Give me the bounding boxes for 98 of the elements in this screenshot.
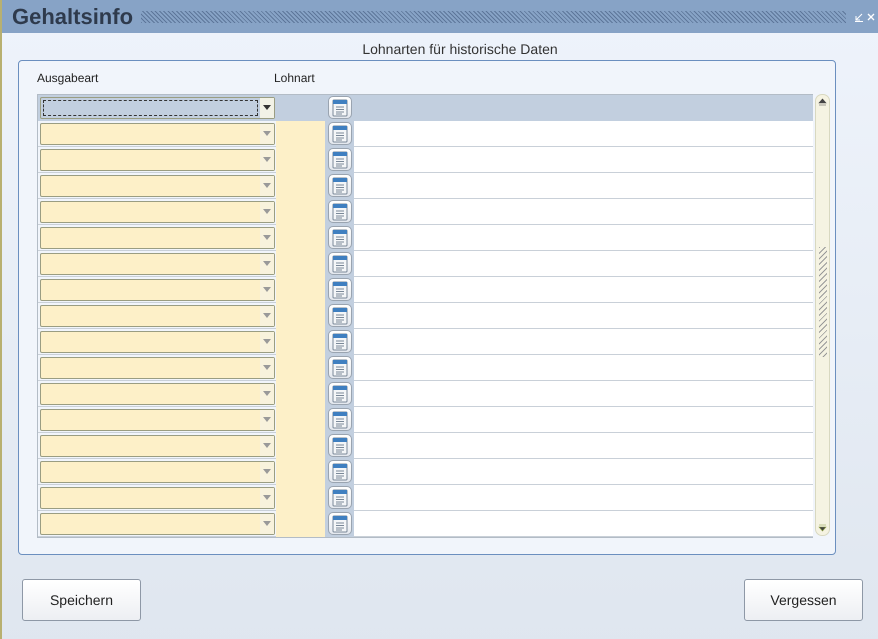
dropdown-field[interactable] — [40, 304, 275, 326]
window-title: Gehaltsinfo — [12, 4, 134, 30]
caret-icon — [263, 417, 271, 422]
list-button[interactable] — [328, 460, 352, 483]
dropdown-field[interactable] — [40, 382, 275, 404]
caret-icon — [263, 157, 271, 162]
list-button[interactable] — [328, 96, 352, 119]
list-icon — [332, 358, 348, 376]
text-field[interactable] — [354, 485, 814, 510]
list-button[interactable] — [328, 382, 352, 405]
text-field[interactable] — [354, 433, 814, 458]
list-icon — [332, 514, 348, 532]
list-icon — [332, 254, 348, 272]
list-button[interactable] — [328, 200, 352, 223]
text-field[interactable] — [354, 147, 814, 172]
text-field[interactable] — [354, 173, 814, 198]
list-icon — [332, 488, 348, 506]
list-button[interactable] — [328, 278, 352, 301]
caret-icon — [263, 495, 271, 500]
scrollbar[interactable] — [815, 94, 830, 536]
text-field[interactable] — [354, 121, 814, 146]
list-button[interactable] — [328, 304, 352, 327]
list-icon — [332, 384, 348, 402]
caret-icon — [263, 183, 271, 188]
caret-icon — [263, 365, 271, 370]
input-field[interactable] — [276, 510, 325, 536]
dropdown-field[interactable] — [40, 252, 275, 274]
dropdown-field[interactable] — [40, 408, 275, 430]
text-field[interactable] — [354, 277, 814, 302]
section-title: Lohnarten für historische Daten — [361, 41, 559, 57]
caret-icon — [263, 105, 271, 110]
list-button[interactable] — [328, 408, 352, 431]
list-button[interactable] — [328, 512, 352, 535]
list-button[interactable] — [328, 434, 352, 457]
dropdown-field[interactable] — [40, 330, 275, 352]
dropdown-field[interactable] — [40, 356, 275, 378]
dropdown-field[interactable] — [40, 174, 275, 196]
close-icon[interactable] — [866, 12, 876, 22]
dropdown-field[interactable] — [40, 278, 275, 300]
scroll-thumb[interactable] — [819, 247, 828, 357]
dropdown-field[interactable] — [40, 96, 275, 118]
dropdown-field[interactable] — [40, 122, 275, 144]
dropdown-field[interactable] — [40, 460, 275, 482]
text-field[interactable] — [354, 199, 814, 224]
caret-icon — [263, 339, 271, 344]
minimize-icon[interactable] — [854, 12, 864, 22]
caret-icon — [263, 131, 271, 136]
list-icon — [332, 410, 348, 428]
list-icon — [332, 176, 348, 194]
dropdown-field[interactable] — [40, 200, 275, 222]
text-field[interactable] — [354, 303, 814, 328]
list-icon — [332, 306, 348, 324]
caret-icon — [263, 443, 271, 448]
list-button[interactable] — [328, 330, 352, 353]
save-button[interactable]: Speichern — [22, 579, 141, 621]
list-icon — [332, 228, 348, 246]
text-field[interactable] — [354, 459, 814, 484]
list-button[interactable] — [328, 252, 352, 275]
scroll-down-icon[interactable] — [818, 524, 828, 532]
text-field[interactable] — [354, 329, 814, 354]
list-icon — [332, 150, 348, 168]
caret-icon — [263, 391, 271, 396]
dropdown-field[interactable] — [40, 434, 275, 456]
scroll-up-icon[interactable] — [818, 98, 828, 106]
list-icon — [332, 124, 348, 142]
column-header: Ausgabeart — [37, 71, 100, 87]
text-field[interactable] — [354, 511, 814, 536]
caret-icon — [263, 209, 271, 214]
caret-icon — [263, 313, 271, 318]
dropdown-field[interactable] — [40, 148, 275, 170]
list-icon — [332, 202, 348, 220]
list-button[interactable] — [328, 174, 352, 197]
input-field[interactable] — [276, 120, 325, 146]
list-icon — [332, 436, 348, 454]
dropdown-field[interactable] — [40, 226, 275, 248]
caret-icon — [263, 287, 271, 292]
caret-icon — [263, 261, 271, 266]
cancel-button[interactable]: Vergessen — [744, 579, 863, 621]
list-icon — [332, 98, 348, 116]
text-field[interactable] — [354, 251, 814, 276]
caret-icon — [263, 469, 271, 474]
list-icon — [332, 462, 348, 480]
caret-icon — [263, 235, 271, 240]
list-button[interactable] — [328, 486, 352, 509]
list-button[interactable] — [328, 356, 352, 379]
text-field[interactable] — [354, 381, 814, 406]
dropdown-field[interactable] — [40, 486, 275, 508]
text-field[interactable] — [354, 225, 814, 250]
caret-icon — [263, 521, 271, 526]
column-header: Lohnart — [274, 71, 315, 87]
list-icon — [332, 332, 348, 350]
text-field[interactable] — [354, 407, 814, 432]
dropdown-field[interactable] — [40, 512, 275, 534]
list-button[interactable] — [328, 226, 352, 249]
list-button[interactable] — [328, 148, 352, 171]
list-icon — [332, 280, 348, 298]
list-button[interactable] — [328, 122, 352, 145]
text-field[interactable] — [354, 355, 814, 380]
